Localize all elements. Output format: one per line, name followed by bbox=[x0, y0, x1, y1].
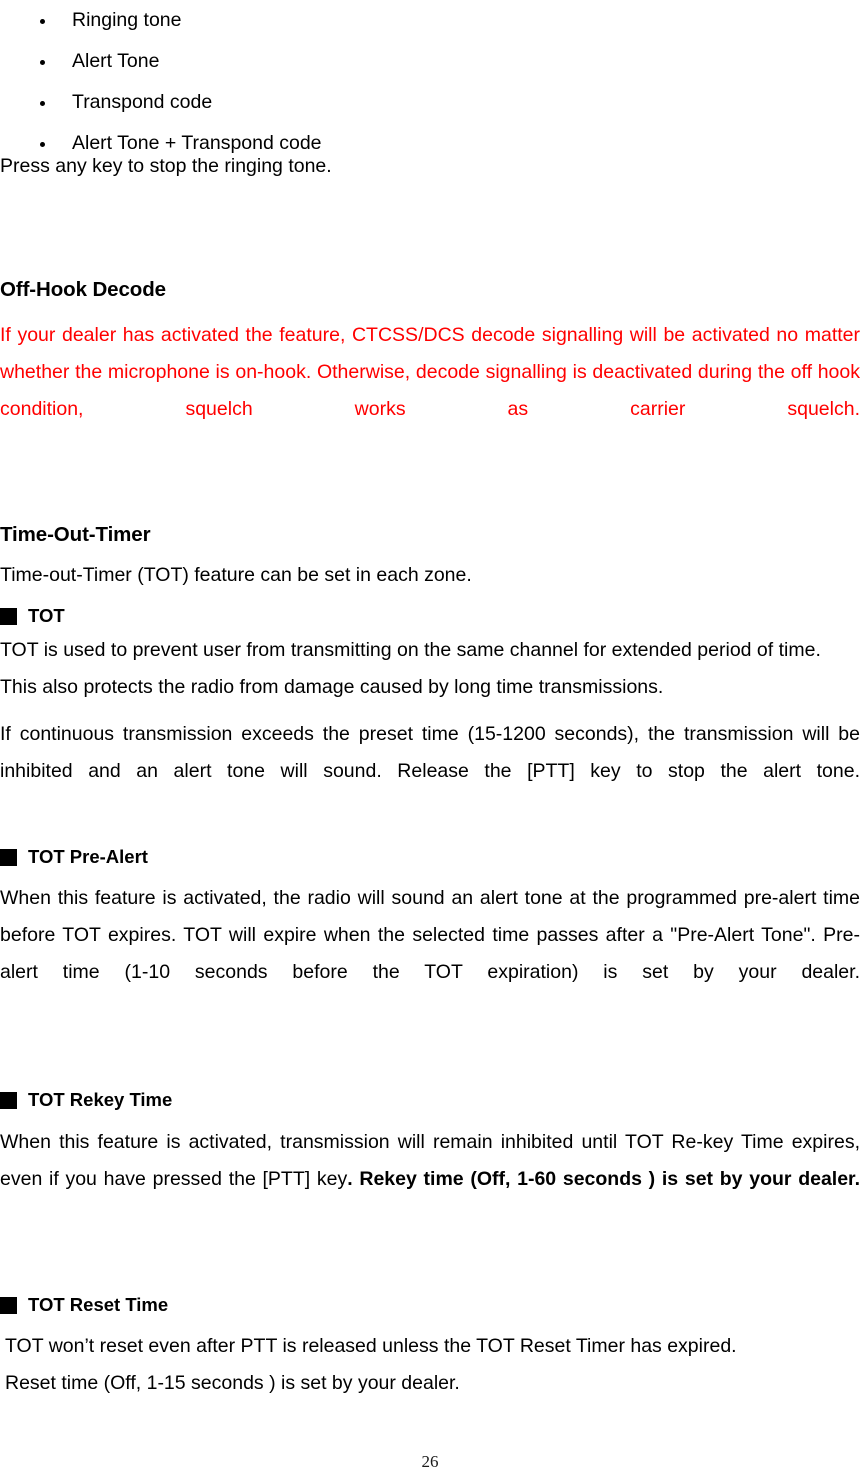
sub-heading-label: TOT Reset Time bbox=[28, 1294, 169, 1315]
sub-heading-label: TOT Pre-Alert bbox=[28, 846, 148, 867]
sub-heading-tot: TOT bbox=[0, 604, 860, 628]
sub-heading-tot-pre-alert: TOT Pre-Alert bbox=[0, 845, 860, 869]
tot-rekey-time-paragraph: When this feature is activated, transmis… bbox=[0, 1124, 860, 1235]
sub-heading-label: TOT Rekey Time bbox=[28, 1089, 173, 1110]
bullet-dot-icon bbox=[40, 100, 45, 106]
ringing-tone-note: Press any key to stop the ringing tone. bbox=[0, 155, 332, 177]
list-item: Transpond code bbox=[0, 82, 860, 123]
filled-square-icon bbox=[0, 607, 17, 625]
list-item: Alert Tone bbox=[0, 41, 860, 82]
list-item-label: Alert Tone bbox=[72, 50, 160, 72]
page-number: 26 bbox=[421, 1452, 439, 1471]
tot-reset-time-paragraph-1: TOT won’t reset even after PTT is releas… bbox=[5, 1335, 737, 1357]
section-heading-off-hook-decode: Off-Hook Decode bbox=[0, 278, 166, 301]
tot-reset-time-paragraph-2: Reset time (Off, 1-15 seconds ) is set b… bbox=[5, 1372, 460, 1394]
time-out-timer-intro: Time-out-Timer (TOT) feature can be set … bbox=[0, 564, 472, 586]
list-item-label: Transpond code bbox=[72, 91, 213, 113]
sub-heading-tot-rekey-time: TOT Rekey Time bbox=[0, 1088, 860, 1112]
filled-square-icon bbox=[0, 1091, 17, 1109]
sub-heading-tot-reset-time: TOT Reset Time bbox=[0, 1293, 860, 1317]
list-item-label: Ringing tone bbox=[72, 9, 182, 31]
tot-rekey-time-text-tail: . Rekey time (Off, 1-60 seconds ) is set… bbox=[347, 1168, 860, 1190]
tone-options-list: Ringing tone Alert Tone Transpond code A… bbox=[0, 0, 860, 164]
list-item: Ringing tone bbox=[0, 0, 860, 41]
bullet-dot-icon bbox=[40, 141, 45, 147]
tot-paragraph-1: TOT is used to prevent user from transmi… bbox=[0, 639, 821, 698]
bullet-dot-icon bbox=[40, 18, 45, 24]
bullet-dot-icon bbox=[40, 59, 45, 65]
sub-heading-label: TOT bbox=[28, 605, 65, 626]
tot-paragraph-2: If continuous transmission exceeds the p… bbox=[0, 723, 860, 782]
off-hook-decode-body: If your dealer has activated the feature… bbox=[0, 324, 860, 420]
tot-pre-alert-paragraph: When this feature is activated, the radi… bbox=[0, 887, 860, 983]
document-page: Ringing tone Alert Tone Transpond code A… bbox=[0, 0, 860, 1484]
filled-square-icon bbox=[0, 1296, 17, 1314]
section-heading-time-out-timer: Time-Out-Timer bbox=[0, 523, 151, 546]
filled-square-icon bbox=[0, 848, 17, 866]
